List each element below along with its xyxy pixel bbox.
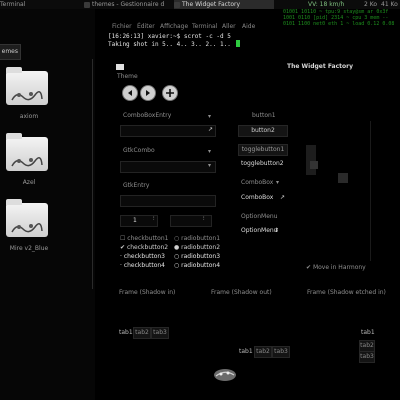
gtk-combo-label[interactable]: GtkCombo [123, 147, 155, 154]
theme-icon [116, 64, 124, 70]
gnome-foot-logo-icon [214, 369, 236, 381]
radiobutton-2[interactable]: ● radiobutton2 [174, 244, 220, 251]
taskbar-item-file-manager[interactable]: themes - Gestionnaire d [84, 0, 169, 9]
gtk-combo-field[interactable] [120, 161, 216, 173]
chevron-down-icon[interactable]: ▾ [276, 179, 279, 186]
spin-button-2[interactable]: ⁝ [170, 215, 212, 227]
toggle-button-2[interactable]: togglebutton2 [241, 160, 284, 167]
app-icon [174, 1, 180, 8]
terminal-line-command: [16:26:13] xavier:~$ scrot -c -d 5 [108, 33, 231, 40]
taskbar-item-terminal[interactable]: Terminal [0, 0, 80, 9]
chevron-down-icon[interactable]: ▾ [208, 148, 211, 155]
move-harmony-checkbox[interactable]: ✔ Move in Harmony [306, 264, 366, 271]
spin-arrows-icon[interactable]: ⁝ [153, 216, 155, 222]
desktop-matrix-text: 01001 10110 ~ tpu:9 stay@sm ar 0x3f 1001… [283, 9, 395, 27]
status-mem: 2 Ko [364, 1, 378, 8]
checkbutton-1[interactable]: ☐ checkbutton1 [120, 235, 168, 242]
option-menu-indicator-icon: ⇕ [274, 227, 280, 234]
terminal-line-output: Taking shot in 5.. 4.. 3.. 2.. 1.. [108, 41, 231, 48]
slider-handle[interactable] [310, 161, 318, 169]
combo-box-label: ComboBox [241, 179, 274, 186]
tab-2[interactable]: tab2 [254, 346, 272, 358]
menu-fichier[interactable]: Fichier [112, 23, 132, 30]
sidebar-button-label: emes [1, 48, 18, 55]
gtk-entry-field[interactable] [120, 195, 216, 207]
folder-icon [84, 1, 90, 8]
tab-3[interactable]: tab3 [359, 351, 375, 363]
radiobutton-4[interactable]: ○ radiobutton4 [174, 262, 220, 269]
button-2[interactable]: button2 [238, 125, 288, 137]
toggle-button-1[interactable]: togglebutton1 [238, 144, 288, 156]
menu-affichage[interactable]: Affichage [160, 23, 188, 30]
tab-3[interactable]: tab3 [272, 346, 290, 358]
checkbutton-3[interactable]: · checkbutton3 [120, 253, 165, 260]
button-1[interactable]: button1 [252, 112, 276, 119]
menu-editer[interactable]: Éditer [137, 23, 155, 30]
folder-icon[interactable] [6, 133, 48, 171]
folder-icon[interactable] [6, 67, 48, 105]
frame-shadow-out: Frame (Shadow out) [211, 289, 272, 296]
frame-shadow-in: Frame (Shadow in) [119, 289, 176, 296]
theme-label-axiom: axiom [19, 113, 39, 120]
menu-aide[interactable]: Aide [242, 23, 255, 30]
frame-shadow-etched-in: Frame (Shadow etched in) [307, 289, 386, 296]
taskbar-label: The Widget Factory [182, 1, 241, 8]
taskbar-label: themes - Gestionnaire d [92, 1, 165, 8]
spin-value: 1 [133, 217, 137, 224]
tab-1[interactable]: tab1 [239, 348, 253, 355]
separator [370, 121, 371, 261]
checkbutton-4[interactable]: · checkbutton4 [120, 262, 165, 269]
radiobutton-1[interactable]: ○ radiobutton1 [174, 235, 220, 242]
gtk-entry-label: GtkEntry [123, 182, 150, 189]
tab-3[interactable]: tab3 [151, 327, 169, 339]
spin-button[interactable]: 1 ⁝ [120, 215, 158, 227]
tab-2[interactable]: tab2 [133, 327, 151, 339]
theme-label-mire: Mire v2_Blue [9, 245, 49, 252]
folder-icon[interactable] [6, 199, 48, 237]
theme-label: Theme [117, 73, 138, 80]
taskbar-label: Terminal [0, 1, 26, 8]
chevron-down-icon[interactable]: ▾ [208, 162, 211, 169]
cursor-icon: ↗ [280, 194, 286, 201]
add-button[interactable] [162, 85, 178, 101]
radiobutton-3[interactable]: ○ radiobutton3 [174, 253, 220, 260]
combo-box[interactable]: ComboBox [241, 194, 273, 201]
chevron-down-icon[interactable]: ▾ [208, 113, 211, 120]
sidebar-themes-button[interactable]: emes [0, 44, 21, 60]
combo-box-entry[interactable]: ComboBoxEntry [123, 112, 171, 119]
forward-button[interactable] [140, 85, 156, 101]
theme-sidebar: emes axiom Azel Mire v2_Blue [0, 9, 95, 400]
option-menu[interactable]: OptionMenu [241, 227, 278, 234]
sidebar-scrollbar[interactable] [92, 59, 93, 289]
tab-1[interactable]: tab1 [361, 329, 375, 336]
taskbar-item-widget-factory[interactable]: The Widget Factory [174, 0, 274, 9]
progress-block [338, 173, 348, 183]
window-title: The Widget Factory [287, 63, 354, 70]
status-net: VV: 18 km/h [308, 1, 345, 8]
back-button[interactable] [122, 85, 138, 101]
menu-terminal[interactable]: Terminal [192, 23, 217, 30]
checkbutton-2[interactable]: ✔ checkbutton2 [120, 244, 168, 251]
option-menu-label: OptionMenu [241, 213, 278, 220]
terminal-cursor [236, 40, 240, 47]
widget-factory-window: The Widget Factory Theme ComboBoxEntry ▾… [110, 61, 400, 400]
theme-label-azel: Azel [22, 179, 36, 186]
tab-1[interactable]: tab1 [119, 329, 133, 336]
cursor-icon: ↗ [208, 126, 214, 133]
spin-arrows-icon[interactable]: ⁝ [203, 216, 205, 222]
status-load: 41 Ko [381, 1, 398, 8]
menu-aller[interactable]: Aller [222, 23, 236, 30]
combo-entry-field[interactable] [120, 125, 216, 137]
scale-vertical[interactable] [306, 145, 316, 175]
